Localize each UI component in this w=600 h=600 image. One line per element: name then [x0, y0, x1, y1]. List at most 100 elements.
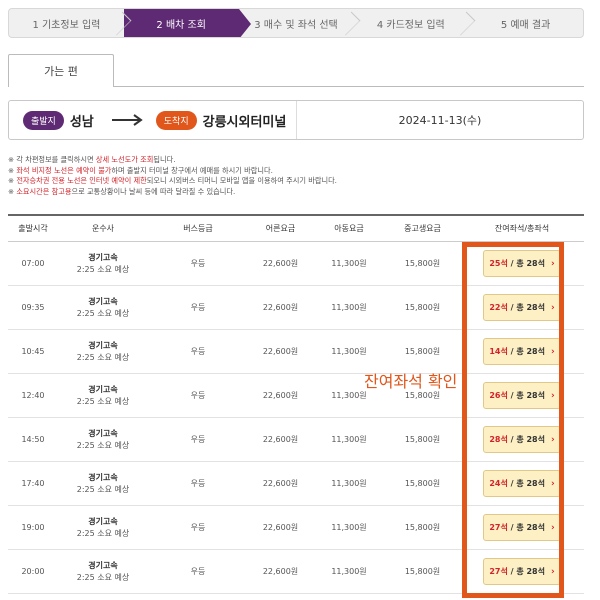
chevron-right-icon: › [550, 522, 555, 533]
step-label: 1 기초정보 입력 [32, 19, 101, 31]
company-name: 경기고속 [88, 473, 118, 482]
step-label: 2 배차 조회 [156, 19, 206, 31]
seat-select-button[interactable]: 25석 / 총 28석 › [483, 250, 561, 277]
travel-duration: 2:25 소요 예상 [76, 441, 130, 450]
seats-cell: 28석 / 총 28석 › [460, 426, 584, 453]
teen-fare: 15,800원 [404, 479, 441, 488]
total-seats: / 총 28석 [510, 523, 545, 532]
seat-select-button[interactable]: 27석 / 총 28석 › [483, 514, 561, 541]
company-name: 경기고속 [88, 385, 118, 394]
travel-duration: 2:25 소요 예상 [76, 573, 130, 582]
header-child-fare: 아동요금 [334, 224, 364, 233]
seats-cell: 22석 / 총 28석 › [460, 294, 584, 321]
seat-select-button[interactable]: 14석 / 총 28석 › [483, 338, 561, 365]
notice-highlight: 좌석 비지정 노선은 예약이 불가 [16, 165, 112, 175]
bus-grade: 우등 [190, 259, 206, 268]
company-cell: 경기고속 2:25 소요 예상 [58, 472, 148, 495]
seat-select-button[interactable]: 27석 / 총 28석 › [483, 558, 561, 585]
travel-duration: 2:25 소요 예상 [76, 397, 130, 406]
seat-select-button[interactable]: 28석 / 총 28석 › [483, 426, 561, 453]
child-fare: 11,300원 [331, 259, 367, 268]
notice-item: ※ 소요시간은 참고용으로 교통상황이나 날씨 등에 따라 달라질 수 있습니다… [8, 187, 588, 198]
company-cell: 경기고속 2:25 소요 예상 [58, 252, 148, 275]
table-row[interactable]: 19:00 경기고속 2:25 소요 예상 우등 22,600원 11,300원 15,80… [8, 506, 584, 550]
step-seat-select: 3 매수 및 좌석 선택 [239, 9, 354, 37]
departure-time: 17:40 [21, 479, 45, 488]
annotation-label: 잔여좌석 확인 [364, 372, 458, 391]
child-fare: 11,300원 [331, 523, 367, 532]
step-schedule-lookup: 2 배차 조회 [123, 9, 251, 37]
adult-fare: 22,600원 [262, 479, 299, 488]
company-cell: 경기고속 2:25 소요 예상 [58, 560, 148, 583]
total-seats: / 총 28석 [510, 435, 545, 444]
remaining-seats: 28석 [489, 435, 508, 444]
departure-time: 07:00 [21, 259, 45, 268]
step-card-info: 4 카드정보 입력 [353, 9, 468, 37]
remaining-seats: 14석 [489, 347, 508, 356]
notice-item: ※ 각 차편정보를 클릭하시면 상세 노선도가 조회됩니다. [8, 155, 588, 166]
teen-fare: 15,800원 [404, 435, 441, 444]
remaining-seats: 26석 [489, 391, 508, 400]
schedule-table: 출발시각 운수사 버스등급 어른요금 아동요금 중고생요금 잔여좌석/총좌석 0… [8, 214, 584, 594]
travel-duration: 2:25 소요 예상 [76, 529, 130, 538]
table-row[interactable]: 12:40 경기고속 2:25 소요 예상 우등 22,600원 11,300원 15,80… [8, 374, 584, 418]
bus-grade: 우등 [190, 347, 206, 356]
total-seats: / 총 28석 [510, 259, 545, 268]
seats-cell: 27석 / 총 28석 › [460, 558, 584, 585]
departure-time: 10:45 [21, 347, 45, 356]
notice-item: ※ 좌석 비지정 노선은 예약이 불가하며 출발지 터미널 창구에서 예매를 하… [8, 166, 588, 177]
teen-fare: 15,800원 [404, 259, 441, 268]
company-name: 경기고속 [88, 561, 118, 570]
total-seats: / 총 28석 [510, 347, 545, 356]
company-cell: 경기고속 2:25 소요 예상 [58, 516, 148, 539]
seats-cell: 24석 / 총 28석 › [460, 470, 584, 497]
remaining-seats: 27석 [489, 567, 508, 576]
travel-duration: 2:25 소요 예상 [76, 485, 130, 494]
company-name: 경기고속 [88, 517, 118, 526]
table-row[interactable]: 14:50 경기고속 2:25 소요 예상 우등 22,600원 11,300원 15,80… [8, 418, 584, 462]
table-row[interactable]: 07:00 경기고속 2:25 소요 예상 우등 22,600원 11,300원 15,80… [8, 242, 584, 286]
company-name: 경기고속 [88, 341, 118, 350]
seats-cell: 14석 / 총 28석 › [460, 338, 584, 365]
table-row[interactable]: 20:00 경기고속 2:25 소요 예상 우등 22,600원 11,300원 15,80… [8, 550, 584, 594]
bus-grade: 우등 [190, 567, 206, 576]
travel-duration: 2:25 소요 예상 [76, 353, 130, 362]
seat-select-button[interactable]: 26석 / 총 28석 › [483, 382, 561, 409]
arrival-badge: 도착지 [155, 110, 197, 130]
remaining-seats: 24석 [489, 479, 508, 488]
seat-select-button[interactable]: 24석 / 총 28석 › [483, 470, 561, 497]
step-label: 5 예매 결과 [500, 19, 551, 31]
child-fare: 11,300원 [331, 567, 367, 576]
adult-fare: 22,600원 [262, 567, 299, 576]
seat-select-button[interactable]: 22석 / 총 28석 › [483, 294, 561, 321]
table-row[interactable]: 17:40 경기고속 2:25 소요 예상 우등 22,600원 11,300원 15,80… [8, 462, 584, 506]
notice-text: 되오니 시외버스 티머니 모바일 앱을 이용하여 주시기 바랍니다. [146, 176, 337, 185]
remaining-seats: 22석 [489, 303, 508, 312]
notice-list: ※ 각 차편정보를 클릭하시면 상세 노선도가 조회됩니다. ※ 좌석 비지정 … [8, 155, 588, 197]
chevron-right-icon: › [550, 478, 555, 489]
arrival-city: 강릉시외터미널 [202, 114, 287, 130]
chevron-right-icon: › [550, 434, 555, 445]
tab-outbound[interactable]: 가는 편 [8, 54, 114, 87]
child-fare: 11,300원 [331, 479, 367, 488]
company-cell: 경기고속 2:25 소요 예상 [58, 428, 148, 451]
header-company: 운수사 [91, 224, 115, 233]
company-cell: 경기고속 2:25 소요 예상 [58, 340, 148, 363]
chevron-right-icon: › [550, 346, 555, 357]
travel-duration: 2:25 소요 예상 [76, 309, 130, 318]
bus-grade: 우등 [190, 435, 206, 444]
header-adult-fare: 어른요금 [265, 224, 296, 233]
travel-duration: 2:25 소요 예상 [76, 265, 130, 274]
child-fare: 11,300원 [331, 347, 367, 356]
notice-text: 으로 교통상황이나 날씨 등에 따라 달라질 수 있습니다. [71, 186, 236, 196]
adult-fare: 22,600원 [262, 303, 299, 312]
header-departure-time: 출발시각 [18, 224, 48, 233]
seats-cell: 25석 / 총 28석 › [460, 250, 584, 277]
total-seats: / 총 28석 [510, 391, 545, 400]
step-label: 4 카드정보 입력 [376, 19, 445, 31]
chevron-right-icon: › [550, 302, 555, 313]
table-row[interactable]: 10:45 경기고속 2:25 소요 예상 우등 22,600원 11,300원 15,80… [8, 330, 584, 374]
bus-grade: 우등 [190, 303, 206, 312]
departure-date: 2024-11-13(수) [398, 114, 482, 127]
table-row[interactable]: 09:35 경기고속 2:25 소요 예상 우등 22,600원 11,300원 15,80… [8, 286, 584, 330]
